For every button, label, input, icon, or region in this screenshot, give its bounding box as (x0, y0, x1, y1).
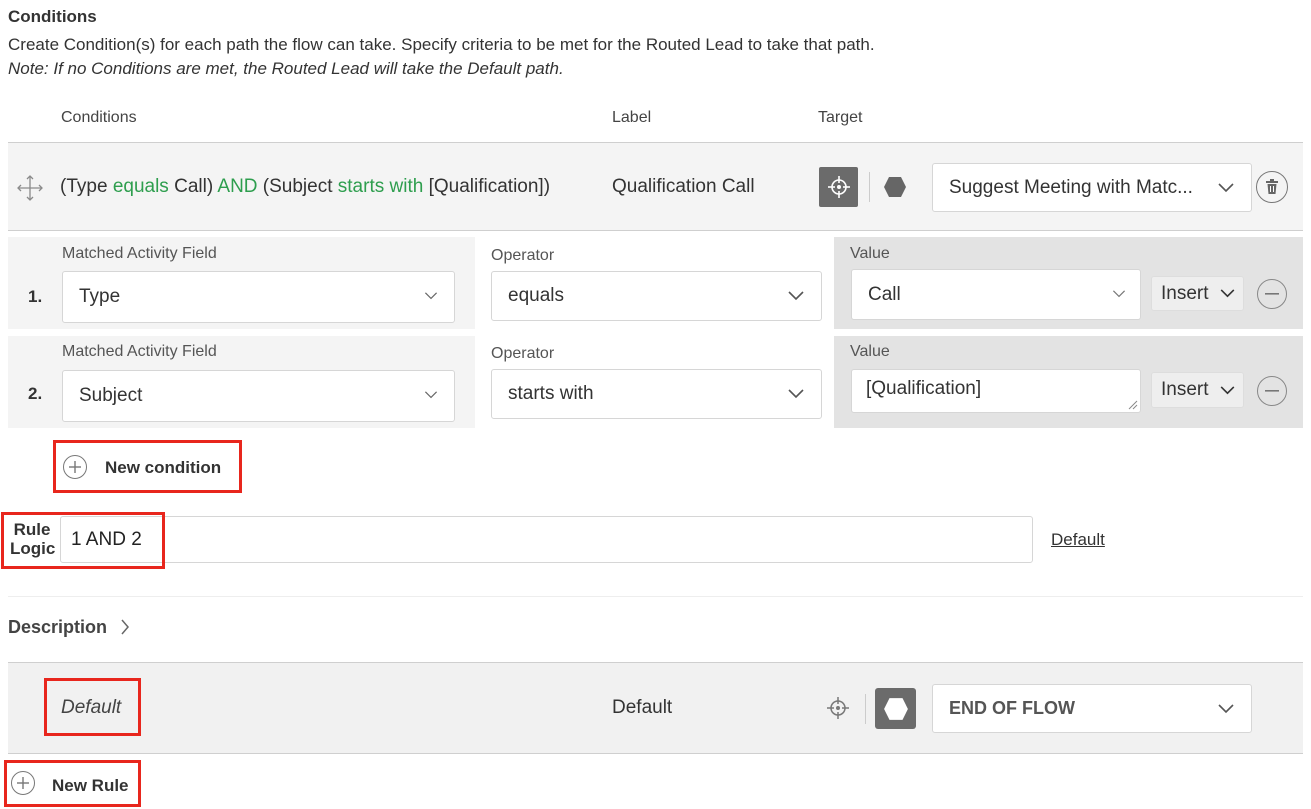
value-select[interactable]: Call (851, 269, 1141, 320)
drag-handle-icon[interactable] (16, 174, 44, 202)
default-rule-label: Default (612, 697, 673, 718)
field-label: Matched Activity Field (62, 245, 217, 262)
rule-logic-input[interactable]: 1 AND 2 (60, 516, 1033, 563)
chevron-down-icon (424, 292, 438, 300)
operator-select-value: starts with (508, 383, 594, 404)
remove-condition-button[interactable] (1257, 376, 1287, 406)
default-target-value: END OF FLOW (949, 698, 1075, 718)
delete-rule-button[interactable] (1256, 171, 1288, 203)
default-target-select[interactable]: END OF FLOW (932, 684, 1252, 733)
chevron-down-icon (1220, 386, 1235, 395)
insert-button-label: Insert (1161, 282, 1209, 304)
add-condition-button[interactable] (63, 455, 87, 479)
rule-summary[interactable]: (Type equals Call) AND (Subject starts w… (60, 176, 550, 198)
resize-handle-icon[interactable] (1128, 400, 1138, 410)
chevron-down-icon (1220, 289, 1235, 298)
rule-row-divider (8, 230, 1303, 231)
value-select-value: Call (868, 283, 901, 305)
new-rule-link[interactable]: New Rule (52, 776, 129, 796)
column-header-conditions: Conditions (61, 109, 137, 126)
value-label: Value (850, 245, 890, 262)
column-header-target: Target (818, 109, 863, 126)
target-separator (865, 694, 866, 724)
summary-operator: starts with (337, 176, 424, 197)
field-select-value: Subject (79, 385, 143, 406)
operator-label: Operator (491, 247, 555, 264)
remove-condition-button[interactable] (1257, 279, 1287, 309)
chevron-down-icon (788, 291, 804, 301)
chevron-right-icon[interactable] (120, 618, 130, 636)
add-rule-button[interactable] (11, 771, 35, 795)
end-node-icon[interactable] (883, 176, 907, 198)
target-select[interactable]: Suggest Meeting with Matc... (932, 163, 1252, 212)
summary-text: Call) (168, 176, 218, 197)
value-label: Value (850, 343, 890, 360)
operator-select[interactable]: starts with (491, 369, 822, 419)
operator-select[interactable]: equals (491, 271, 822, 321)
minus-icon (1265, 293, 1279, 295)
summary-text: (Subject (257, 176, 338, 197)
plus-icon (69, 461, 81, 473)
chevron-down-icon (1112, 290, 1126, 298)
chevron-down-icon (788, 389, 804, 399)
crosshair-icon (827, 176, 850, 198)
column-header-label: Label (612, 109, 652, 126)
crosshair-icon (827, 697, 849, 719)
target-separator (869, 172, 870, 202)
operator-label: Operator (491, 345, 555, 362)
end-node-button[interactable] (875, 688, 916, 729)
summary-text: [Qualification]) (423, 176, 551, 197)
field-select[interactable]: Subject (62, 370, 455, 422)
insert-button-label: Insert (1161, 379, 1209, 400)
new-condition-link[interactable]: New condition (105, 458, 221, 478)
operator-select-value: equals (508, 285, 564, 306)
default-row-bottom-divider (8, 753, 1303, 754)
chevron-down-icon (424, 391, 438, 399)
section-description: Create Condition(s) for each path the fl… (8, 35, 875, 54)
condition-number: 2. (28, 384, 43, 403)
chevron-down-icon (1218, 704, 1234, 714)
field-select-value: Type (79, 286, 121, 307)
value-textarea-text: [Qualification] (866, 378, 982, 399)
target-node-button[interactable] (819, 167, 858, 207)
section-divider (8, 596, 1303, 597)
section-title: Conditions (8, 7, 97, 26)
highlight-box (44, 678, 141, 736)
target-select-value: Suggest Meeting with Matc... (949, 176, 1193, 198)
section-note: Note: If no Conditions are met, the Rout… (8, 59, 564, 78)
highlight-box (1, 512, 165, 569)
default-logic-link[interactable]: Default (1051, 530, 1105, 550)
summary-logic: AND (217, 176, 258, 197)
value-textarea[interactable]: [Qualification] (851, 369, 1141, 413)
minus-icon (1265, 390, 1279, 392)
description-toggle[interactable]: Description (8, 617, 107, 638)
trash-icon (1266, 179, 1278, 194)
summary-operator: equals (112, 176, 169, 197)
field-label: Matched Activity Field (62, 343, 217, 360)
plus-icon (17, 777, 29, 789)
chevron-down-icon (1218, 183, 1234, 193)
target-node-button[interactable] (824, 694, 852, 722)
field-select[interactable]: Type (62, 271, 455, 323)
end-node-icon (883, 697, 908, 720)
rule-label: Qualification Call (612, 176, 755, 197)
condition-number: 1. (28, 287, 43, 306)
summary-text: (Type (60, 176, 113, 197)
